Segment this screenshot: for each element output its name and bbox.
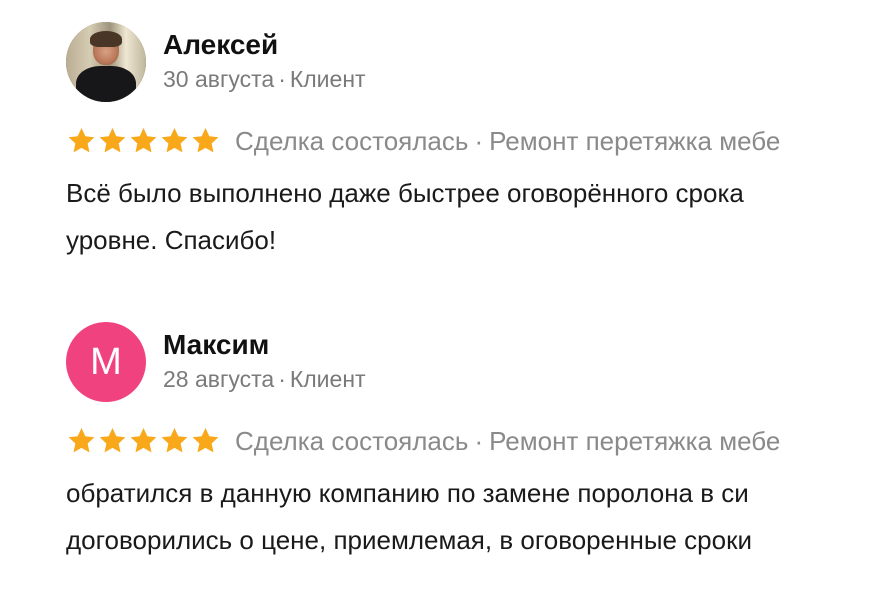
review-header: Алексей 30 августа · Клиент xyxy=(66,22,879,102)
star-icon xyxy=(190,426,221,456)
avatar-body xyxy=(76,66,136,102)
star-icon xyxy=(159,126,190,156)
review-card: Алексей 30 августа · Клиент Сделка состоял… xyxy=(66,22,879,264)
avatar-hair xyxy=(90,31,122,47)
deal-status: Сделка состоялась xyxy=(235,125,469,156)
rating-stars xyxy=(66,126,221,156)
deal-status: Сделка состоялась xyxy=(235,425,469,456)
deal-info: Сделка состоялась · Ремонт перетяжка мебе xyxy=(235,126,780,157)
review-subline: 30 августа · Клиент xyxy=(163,64,366,94)
service-name: Ремонт перетяжка мебе xyxy=(489,125,781,156)
review-text-line: обратился в данную компанию по замене по… xyxy=(66,478,749,508)
service-name: Ремонт перетяжка мебе xyxy=(489,425,781,456)
review-text: обратился в данную компанию по замене по… xyxy=(66,470,879,564)
review-subline: 28 августа · Клиент xyxy=(163,364,366,394)
avatar-letter: М xyxy=(90,340,122,383)
rating-stars xyxy=(66,426,221,456)
star-icon xyxy=(97,126,128,156)
author-role: Клиент xyxy=(289,66,366,92)
rating-row: Сделка состоялась · Ремонт перетяжка мебе xyxy=(66,422,879,460)
review-date: 30 августа xyxy=(163,66,275,92)
separator-dot: · xyxy=(278,66,286,92)
review-text-line: Всё было выполнено даже быстрее оговорён… xyxy=(66,178,744,208)
avatar[interactable]: М xyxy=(66,322,146,402)
review-text-line: договорились о цене, приемлемая, в огово… xyxy=(66,525,753,555)
author-role: Клиент xyxy=(289,366,366,392)
star-icon xyxy=(66,426,97,456)
author-name[interactable]: Алексей xyxy=(163,28,366,62)
avatar[interactable] xyxy=(66,22,146,102)
reviews-page: Алексей 30 августа · Клиент Сделка состоял… xyxy=(0,0,879,612)
author-name[interactable]: Максим xyxy=(163,328,366,362)
review-text-line: уровне. Спасибо! xyxy=(66,225,277,255)
review-card: М Максим 28 августа · Клиент Сделка состоя… xyxy=(66,322,879,564)
deal-info: Сделка состоялась · Ремонт перетяжка мебе xyxy=(235,426,780,457)
review-date: 28 августа xyxy=(163,366,275,392)
star-icon xyxy=(128,126,159,156)
star-icon xyxy=(66,126,97,156)
separator-dot: · xyxy=(474,425,484,456)
review-header: М Максим 28 августа · Клиент xyxy=(66,322,879,402)
star-icon xyxy=(128,426,159,456)
star-icon xyxy=(97,426,128,456)
review-text: Всё было выполнено даже быстрее оговорён… xyxy=(66,170,879,264)
rating-row: Сделка состоялась · Ремонт перетяжка мебе xyxy=(66,122,879,160)
separator-dot: · xyxy=(278,366,286,392)
star-icon xyxy=(159,426,190,456)
review-meta: Алексей 30 августа · Клиент xyxy=(163,22,366,94)
separator-dot: · xyxy=(474,125,484,156)
review-meta: Максим 28 августа · Клиент xyxy=(163,322,366,394)
star-icon xyxy=(190,126,221,156)
